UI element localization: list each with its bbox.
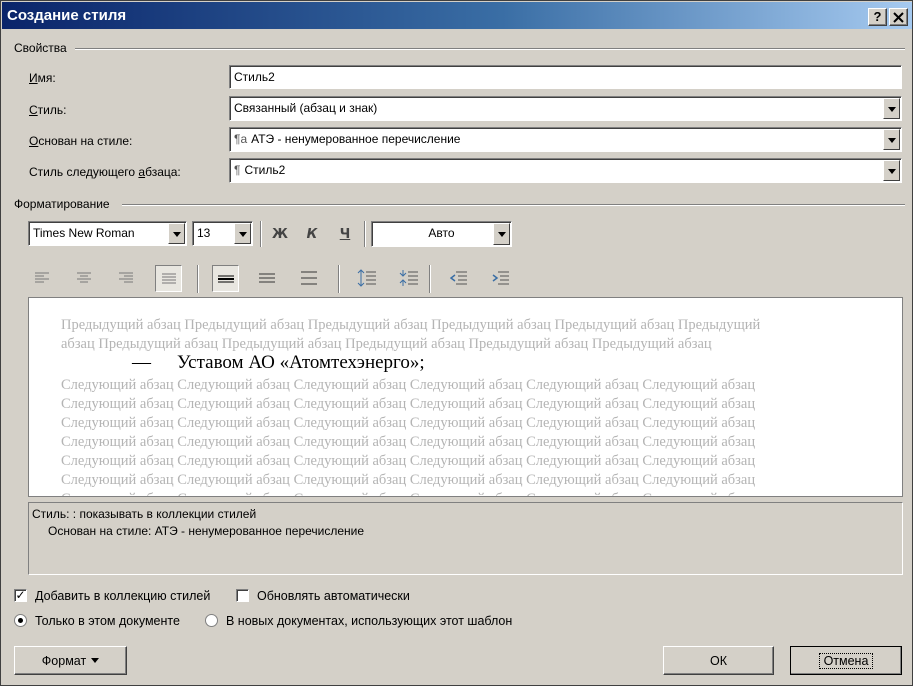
properties-divider xyxy=(75,48,905,50)
close-icon xyxy=(893,12,904,23)
name-input[interactable]: Стиль2 xyxy=(229,65,902,89)
style-preview: Предыдущий абзац Предыдущий абзац Предыд… xyxy=(28,297,903,497)
underline-button[interactable]: Ч xyxy=(333,222,357,246)
font-size-value: 13 xyxy=(197,226,211,240)
linked-style-icon: ¶a xyxy=(234,132,248,146)
auto-update-checkbox[interactable] xyxy=(236,589,249,602)
formatting-group-label: Форматирование xyxy=(14,197,110,211)
space-before-icon[interactable] xyxy=(355,266,379,290)
chevron-down-icon[interactable] xyxy=(168,223,185,244)
italic-button[interactable]: К xyxy=(300,222,324,246)
preview-previous-line: Предыдущий абзац Предыдущий абзац Предыд… xyxy=(61,317,761,333)
preview-next-line: Следующий абзац Следующий абзац Следующи… xyxy=(61,472,756,488)
next-paragraph-value: Стиль2 xyxy=(244,163,286,177)
auto-update-label[interactable]: Обновлять автоматически xyxy=(257,589,410,603)
justify-icon[interactable] xyxy=(155,265,182,292)
line-spacing-one-half-icon[interactable] xyxy=(255,266,279,290)
chevron-down-icon[interactable] xyxy=(883,98,900,119)
toolbar-separator xyxy=(338,265,340,293)
help-icon: ? xyxy=(873,9,882,24)
chevron-down-icon[interactable] xyxy=(234,223,251,244)
dialog-title: Создание стиля xyxy=(7,7,127,24)
based-on-label: Основан на стиле: xyxy=(29,134,133,148)
next-paragraph-label: Стиль следующего абзаца: xyxy=(29,165,181,179)
preview-next-line: Следующий абзац Следующий абзац Следующи… xyxy=(61,490,755,496)
style-type-select[interactable]: Связанный (абзац и знак) xyxy=(229,96,902,121)
line-spacing-double-icon[interactable] xyxy=(297,266,321,290)
description-line: Основан на стиле: АТЭ - ненумерованное п… xyxy=(48,524,365,538)
font-select[interactable]: Times New Roman xyxy=(28,221,187,246)
preview-sample-text: Уставом АО «Атомтехэнерго»; xyxy=(177,352,425,373)
format-button[interactable]: Формат xyxy=(14,646,127,675)
only-this-document-radio[interactable] xyxy=(14,614,27,627)
preview-next-line: Следующий абзац Следующий абзац Следующи… xyxy=(61,434,756,450)
chevron-down-icon[interactable] xyxy=(883,160,900,181)
description-line: Стиль: : показывать в коллекции стилей xyxy=(32,507,257,521)
caret-down-icon xyxy=(91,658,100,663)
font-color-value: Авто xyxy=(428,226,455,240)
cancel-button-label: Отмена xyxy=(818,652,874,669)
chevron-down-icon[interactable] xyxy=(883,129,900,150)
formatting-divider xyxy=(122,204,905,206)
based-on-value: АТЭ - ненумерованное перечисление xyxy=(251,132,461,146)
cancel-button[interactable]: Отмена xyxy=(790,646,902,675)
preview-next-line: Следующий абзац Следующий абзац Следующи… xyxy=(61,415,756,431)
properties-group-label: Свойства xyxy=(14,41,67,55)
preview-next-line: Следующий абзац Следующий абзац Следующи… xyxy=(61,453,756,469)
preview-sample-paragraph: — Уставом АО «Атомтехэнерго»; xyxy=(132,352,425,374)
add-to-gallery-checkbox[interactable]: ✓ xyxy=(14,589,27,602)
toolbar-separator xyxy=(260,221,262,247)
preview-previous-paragraph: Предыдущий абзац Предыдущий абзац Предыд… xyxy=(61,316,760,354)
paragraph-style-icon: ¶ xyxy=(234,163,241,177)
preview-next-paragraph: Следующий абзац Следующий абзац Следующи… xyxy=(61,376,756,496)
style-type-value: Связанный (абзац и знак) xyxy=(234,101,378,115)
name-label: Имя: xyxy=(29,71,56,85)
font-color-select[interactable]: Авто xyxy=(371,221,512,247)
only-this-document-label[interactable]: Только в этом документе xyxy=(35,614,180,628)
toolbar-separator xyxy=(429,265,431,293)
chevron-down-icon[interactable] xyxy=(493,223,510,245)
align-center-icon[interactable] xyxy=(72,266,96,290)
ok-button[interactable]: ОК xyxy=(663,646,774,675)
font-size-select[interactable]: 13 xyxy=(192,221,253,246)
align-right-icon[interactable] xyxy=(114,266,138,290)
style-type-label: Стиль: xyxy=(29,103,67,117)
close-button[interactable] xyxy=(889,8,908,26)
font-value: Times New Roman xyxy=(33,226,135,240)
line-spacing-single-icon[interactable] xyxy=(212,265,239,292)
space-after-icon[interactable] xyxy=(397,266,421,290)
increase-indent-icon[interactable] xyxy=(489,266,513,290)
bold-button[interactable]: Ж xyxy=(268,222,292,246)
align-left-icon[interactable] xyxy=(30,266,54,290)
create-style-dialog: Создание стиля ? Свойства Имя: Стиль2 Ст… xyxy=(0,0,913,686)
preview-next-line: Следующий абзац Следующий абзац Следующи… xyxy=(61,396,756,412)
help-button[interactable]: ? xyxy=(868,8,887,26)
decrease-indent-icon[interactable] xyxy=(447,266,471,290)
based-on-select[interactable]: ¶a АТЭ - ненумерованное перечисление xyxy=(229,127,902,152)
title-bar: Создание стиля xyxy=(2,2,912,29)
format-button-label: Формат xyxy=(41,653,87,668)
new-documents-label[interactable]: В новых документах, использующих этот ша… xyxy=(226,614,512,628)
toolbar-separator xyxy=(364,221,366,247)
preview-next-line: Следующий абзац Следующий абзац Следующи… xyxy=(61,377,756,393)
next-paragraph-select[interactable]: ¶ Стиль2 xyxy=(229,158,902,183)
toolbar-separator xyxy=(197,265,199,293)
preview-dash: — xyxy=(132,352,151,373)
style-description: Стиль: : показывать в коллекции стилей О… xyxy=(28,502,903,575)
add-to-gallery-label[interactable]: Добавить в коллекцию стилей xyxy=(35,589,210,603)
new-documents-radio[interactable] xyxy=(205,614,218,627)
